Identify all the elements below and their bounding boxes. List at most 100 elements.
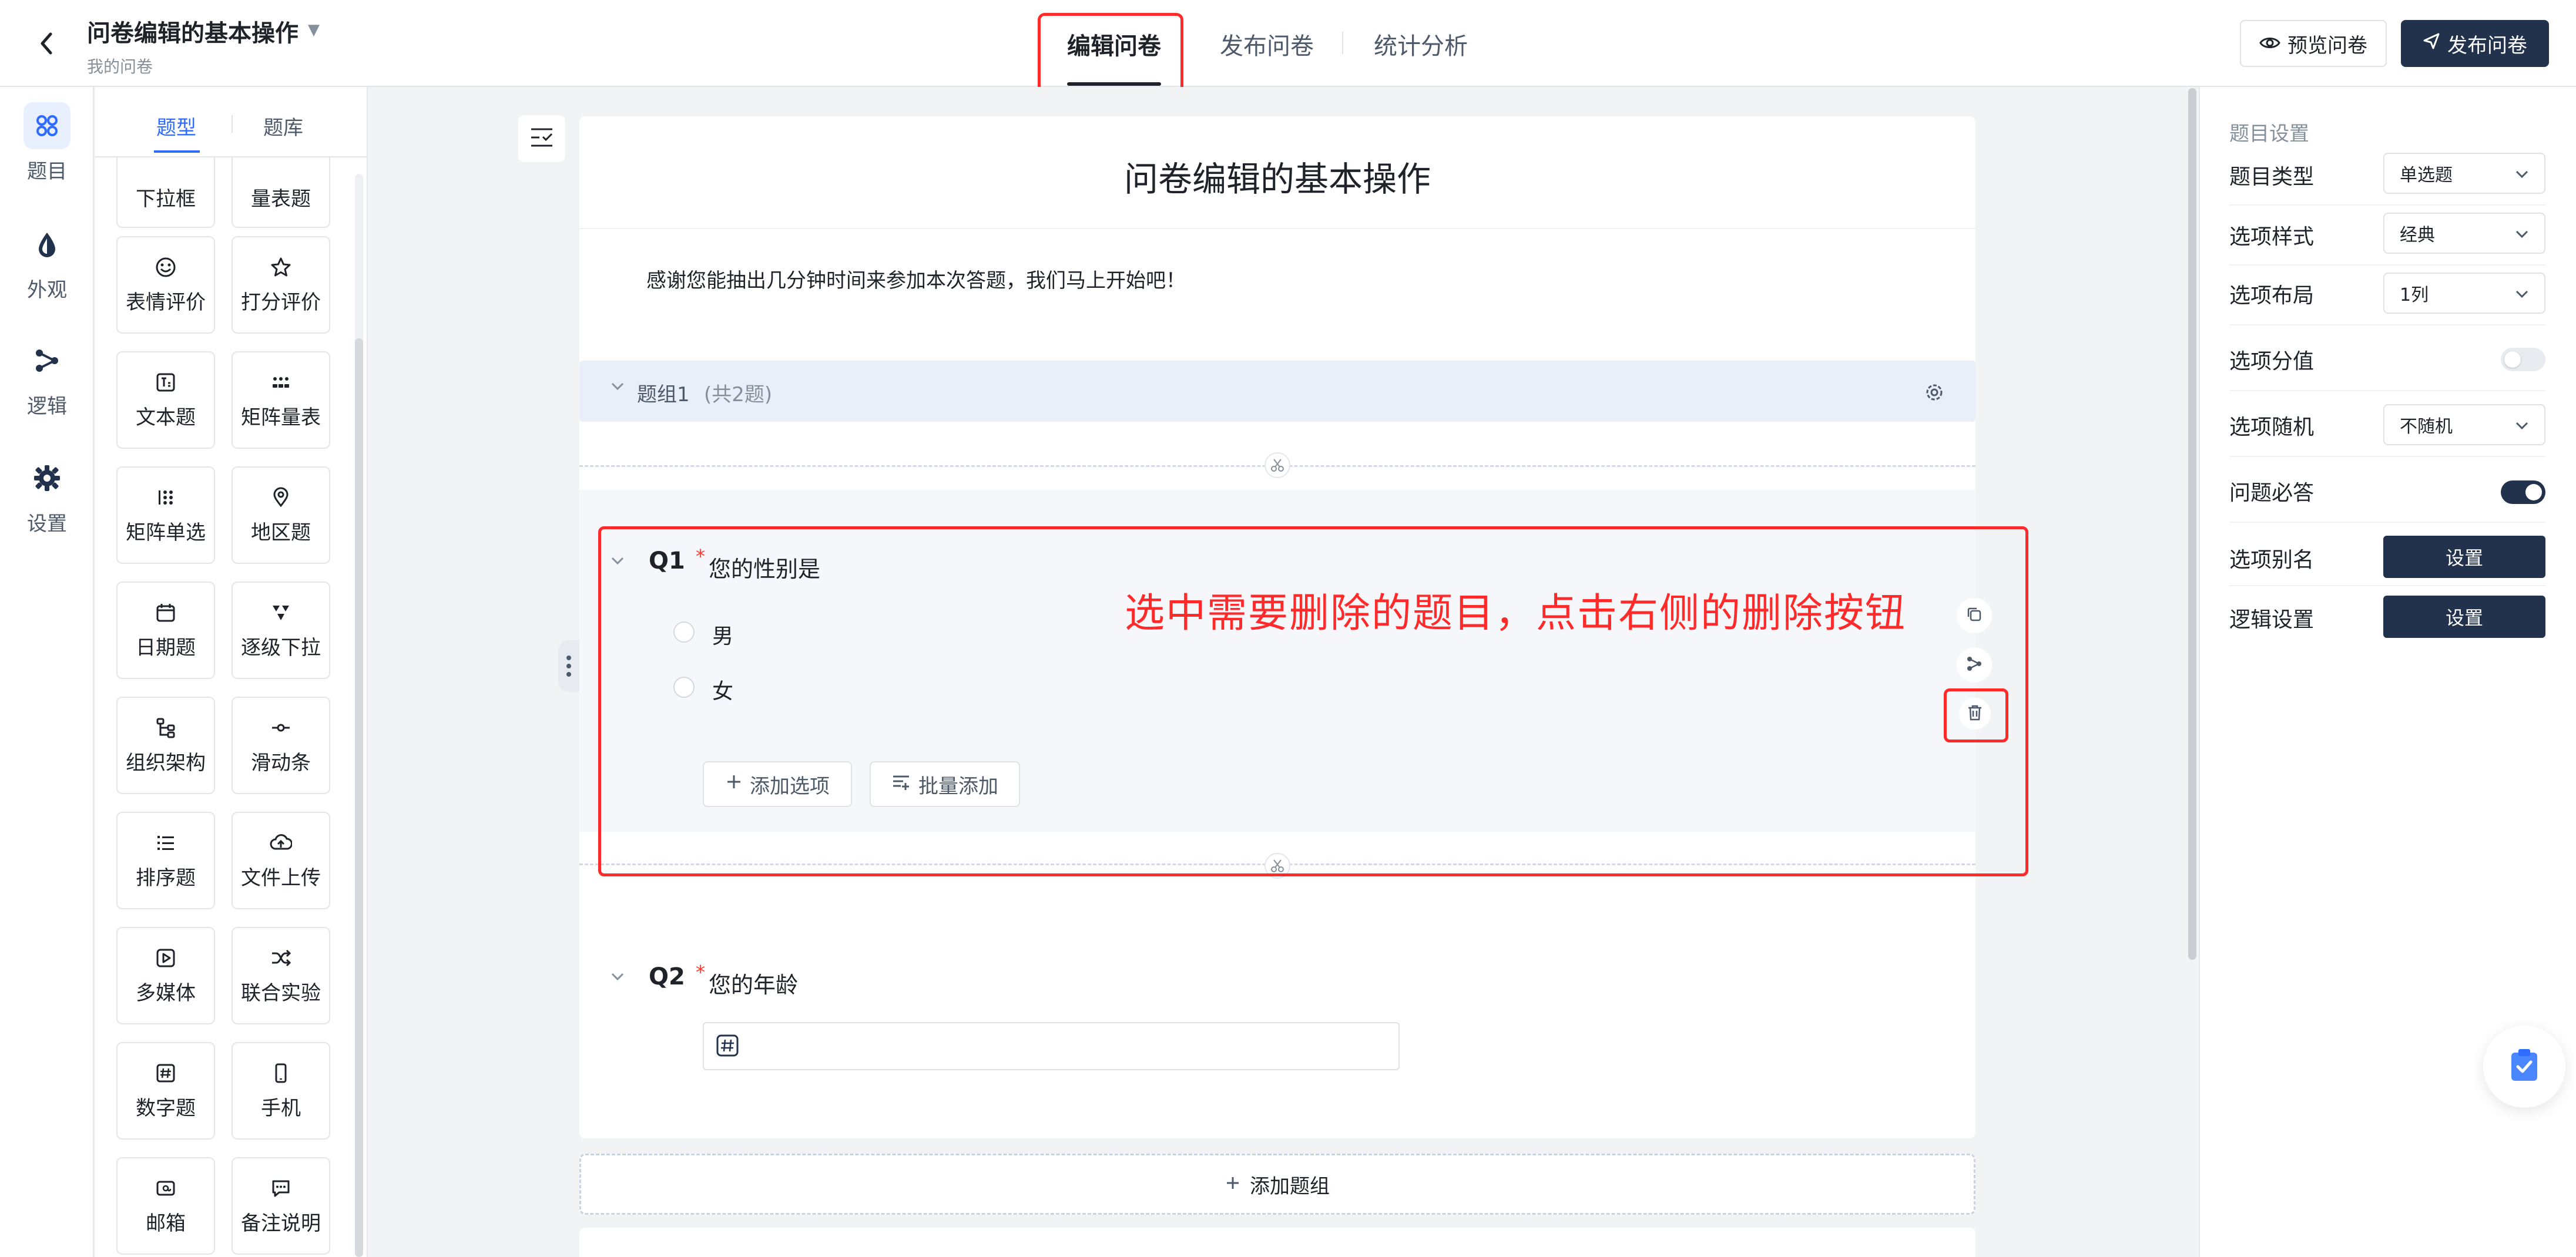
hash-icon [716,1034,739,1057]
group-name: 题组1 [637,383,690,406]
qtype-org-chart[interactable]: 组织架构 [116,697,215,794]
qtype-mobile[interactable]: 手机 [232,1042,330,1140]
caret-down-icon[interactable]: ▼ [308,21,320,39]
logic-branch-icon [24,337,71,384]
qtype-emoji-rating[interactable]: 表情评价 [116,236,215,334]
survey-name[interactable]: 问卷编辑的基本操作 [87,14,298,48]
chevron-down-icon [2513,284,2531,308]
outline-toggle-button[interactable] [518,115,565,162]
breadcrumb[interactable]: 我的问卷 [87,54,153,78]
org-chart-icon [154,716,177,740]
qtype-slider[interactable]: 滑动条 [232,697,330,794]
qtype-matrix-single[interactable]: 矩阵单选 [116,466,215,564]
cloud-upload-icon [269,831,293,855]
email-icon [154,1177,177,1200]
cascade-triangles-icon [269,601,293,624]
palette-scrollbar-thumb[interactable] [355,338,363,1257]
tab-divider [1342,32,1343,54]
question-number: Q2 [649,963,685,990]
palette-tabs: 题型 题库 [95,87,367,157]
shuffle-icon [269,946,293,970]
survey-title[interactable]: 问卷编辑的基本操作 [579,152,1975,201]
publish-label: 发布问卷 [2447,33,2527,58]
tab-question-types[interactable]: 题型 [156,112,196,140]
question-group-header[interactable] [579,361,1975,422]
preview-label: 预览问卷 [2287,33,2367,58]
rail-item-settings[interactable]: 设置 [0,451,94,539]
qtype-score-rating[interactable]: 打分评价 [232,236,330,334]
tab-question-bank[interactable]: 题库 [263,112,303,140]
setting-label: 逻辑设置 [2229,608,2315,632]
chevron-down-icon[interactable] [609,377,626,401]
logic-settings-button[interactable]: 设置 [2383,596,2545,638]
rail-item-questions[interactable]: 题目 [0,99,94,187]
setting-label: 题目类型 [2229,165,2315,189]
setting-label: 选项布局 [2229,284,2315,308]
option-alias-settings-button[interactable]: 设置 [2383,536,2545,578]
comment-icon [269,1177,293,1200]
tab-publish-survey[interactable]: 发布问卷 [1220,27,1314,61]
divider [2229,456,2545,457]
qtype-conjoint[interactable]: 联合实验 [232,927,330,1024]
smile-icon [154,256,177,279]
chevron-down-icon [2513,416,2531,439]
qtype-ranking[interactable]: 排序题 [116,812,215,909]
text-box-icon [154,371,177,394]
option-style-select[interactable]: 经典 [2383,213,2545,254]
chevron-down-icon[interactable] [609,968,626,990]
preview-button[interactable]: 预览问卷 [2240,20,2387,67]
qtype-matrix-scale[interactable]: 矩阵量表 [232,351,330,449]
number-input[interactable] [703,1022,1400,1070]
publish-button[interactable]: 发布问卷 [2401,20,2549,67]
survey-intro[interactable]: 感谢您能抽出几分钟时间来参加本次答题，我们马上开始吧！ [646,264,1186,293]
group-settings-gear-icon[interactable] [1923,381,1946,404]
drop-icon [24,221,71,268]
option-score-toggle[interactable] [2501,348,2545,371]
setting-label: 选项随机 [2229,415,2315,439]
plus-icon [1225,1172,1240,1196]
next-section-card [579,1228,1975,1257]
active-tab-indicator [154,150,200,153]
required-marker: * [696,961,705,983]
send-icon [2423,32,2440,55]
divider [2229,585,2545,586]
settings-heading: 题目设置 [2229,122,2309,146]
back-button[interactable] [34,26,62,61]
phone-icon [269,1061,293,1085]
group-count: (共2题) [704,383,773,406]
play-box-icon [154,946,177,970]
rail-item-appearance[interactable]: 外观 [0,217,94,305]
rail-item-logic[interactable]: 逻辑 [0,334,94,422]
tab-statistics[interactable]: 统计分析 [1374,27,1468,61]
qtype-region[interactable]: 地区题 [232,466,330,564]
qtype-cascade[interactable]: 逐级下拉 [232,582,330,679]
qtype-date[interactable]: 日期题 [116,582,215,679]
qtype-text[interactable]: 文本题 [116,351,215,449]
left-nav-rail: 题目 外观 逻辑 设置 [0,87,94,1257]
matrix-dots-icon [269,371,293,394]
option-layout-select[interactable]: 1列 [2383,273,2545,314]
qtype-note[interactable]: 备注说明 [232,1157,330,1255]
question-title[interactable]: 您的年龄 [709,967,798,999]
add-question-group-button[interactable]: 添加题组 [579,1154,1975,1215]
drag-handle[interactable] [558,640,579,692]
location-pin-icon [269,486,293,509]
qtype-email[interactable]: 邮箱 [116,1157,215,1255]
required-toggle[interactable] [2501,480,2545,504]
divider [2229,522,2545,523]
gear-icon [24,455,71,502]
ordered-list-icon [154,831,177,855]
canvas-scrollbar-thumb[interactable] [2188,88,2196,960]
grid-icon [24,102,71,149]
qtype-file-upload[interactable]: 文件上传 [232,812,330,909]
floating-help-button[interactable] [2483,1026,2565,1108]
divider [2229,324,2545,325]
setting-label: 选项分值 [2229,349,2315,374]
qtype-number[interactable]: 数字题 [116,1042,215,1140]
hash-box-icon [154,1061,177,1085]
clipboard-check-icon [2509,1048,2540,1085]
option-random-select[interactable]: 不随机 [2383,404,2545,445]
question-type-select[interactable]: 单选题 [2383,153,2545,194]
insert-scissors-icon[interactable] [1264,452,1290,478]
qtype-multimedia[interactable]: 多媒体 [116,927,215,1024]
